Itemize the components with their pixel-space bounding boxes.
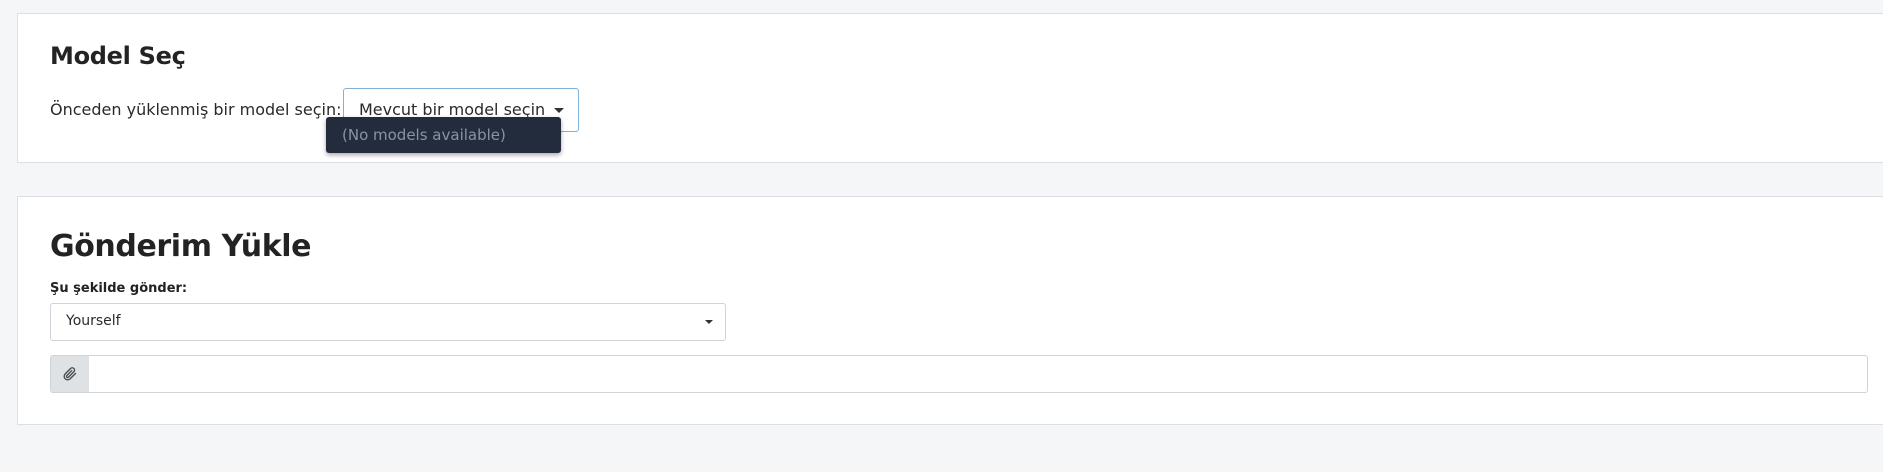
caret-down-icon [705,320,713,324]
paperclip-icon[interactable] [51,356,89,392]
model-section-title: Model Seç [50,42,186,70]
send-as-select[interactable]: Yourself [50,303,726,341]
send-as-value: Yourself [66,313,121,329]
model-select-card: Model Seç Önceden yüklenmiş bir model se… [17,13,1883,163]
model-select-label: Önceden yüklenmiş bir model seçin: [50,100,342,119]
caret-down-icon [554,108,564,113]
send-as-label: Şu şekilde gönder: [50,281,188,296]
upload-submission-card: Gönderim Yükle Şu şekilde gönder: Yourse… [17,196,1883,425]
dropdown-option-no-models[interactable]: (No models available) [342,126,506,144]
file-upload-group [50,355,1868,393]
model-dropdown-menu: (No models available) [326,117,561,153]
file-input[interactable] [89,356,1867,392]
upload-section-title: Gönderim Yükle [50,229,312,264]
